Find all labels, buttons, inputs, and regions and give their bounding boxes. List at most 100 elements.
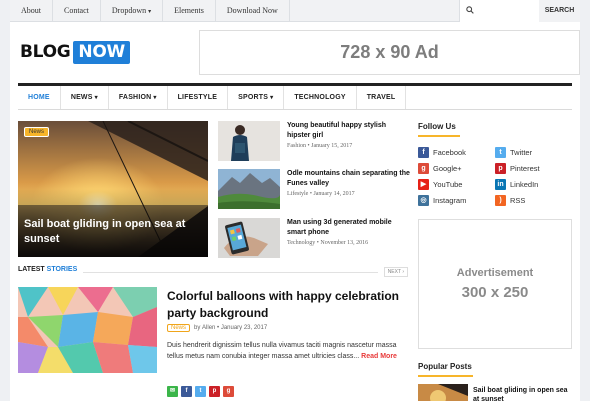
- side-post-category[interactable]: Fashion: [287, 143, 306, 149]
- latest-post-author[interactable]: Allen: [202, 325, 215, 331]
- logo-text-blog: BLOG: [20, 42, 71, 62]
- top-nav-elements-label: Elements: [174, 6, 204, 15]
- facebook-share-icon[interactable]: f: [181, 386, 192, 397]
- side-post-title[interactable]: Young beautiful happy stylish hipster gi…: [287, 121, 411, 141]
- top-nav-about-label: About: [21, 6, 41, 15]
- social-label: Instagram: [433, 195, 467, 205]
- rss-icon: ): [495, 194, 506, 206]
- chevron-right-icon: ›: [402, 269, 404, 275]
- latest-heading-part1: LATEST: [18, 266, 45, 273]
- top-nav-download-label: Download Now: [226, 6, 278, 15]
- twitter-share-icon[interactable]: t: [195, 386, 206, 397]
- social-label: Twitter: [510, 147, 533, 157]
- sidebar-ad-line2: 300 x 250: [461, 284, 529, 301]
- top-nav-contact[interactable]: Contact: [53, 0, 101, 22]
- latest-stories-heading: LATEST STORIES: [18, 266, 84, 273]
- latest-post-meta: News by Allen • January 23, 2017: [167, 324, 267, 332]
- header-ad-label: 728 x 90 Ad: [340, 42, 439, 62]
- main-nav-home-label: HOME: [28, 94, 50, 101]
- side-post-date: January 14, 2017: [313, 191, 355, 197]
- latest-post-title[interactable]: Colorful balloons with happy celebration…: [167, 288, 407, 322]
- facebook-icon: f: [418, 146, 429, 158]
- social-link-rss[interactable]: ) RSS: [495, 194, 525, 206]
- side-post-date: November 13, 2016: [320, 240, 369, 246]
- search-button[interactable]: SEARCH: [539, 0, 580, 22]
- instagram-icon: ◎: [418, 194, 429, 206]
- search-input[interactable]: [478, 2, 538, 20]
- latest-post-thumbnail[interactable]: [18, 287, 157, 373]
- next-page-button[interactable]: NEXT ›: [383, 267, 408, 277]
- top-nav-dropdown[interactable]: Dropdown ▾: [101, 0, 164, 22]
- top-nav-contact-label: Contact: [64, 6, 89, 15]
- popular-posts-heading: Popular Posts: [418, 362, 472, 371]
- youtube-icon: ▶: [418, 178, 429, 190]
- side-post-thumbnail[interactable]: [218, 121, 280, 161]
- search-icon[interactable]: [466, 6, 474, 14]
- main-nav-news-label: NEWS: [70, 94, 93, 101]
- main-nav: HOME NEWS ▾ FASHION ▾ LIFESTYLE SPORTS ▾ TE…: [18, 83, 572, 110]
- main-nav-home[interactable]: HOME: [18, 86, 61, 109]
- search-box: [459, 0, 539, 22]
- sidebar-ad-box[interactable]: Advertisement 300 x 250: [418, 219, 572, 349]
- twitter-icon: t: [495, 146, 506, 158]
- pinterest-share-icon[interactable]: p: [209, 386, 220, 397]
- latest-post-category-badge[interactable]: News: [167, 324, 191, 332]
- side-post[interactable]: Man using 3d generated mobile smart phon…: [218, 218, 408, 258]
- main-nav-technology[interactable]: TECHNOLOGY: [284, 86, 357, 109]
- main-nav-travel-label: TRAVEL: [366, 94, 396, 101]
- share-buttons: ✉ f t p g: [167, 386, 237, 397]
- latest-stories-header: LATEST STORIES NEXT ›: [18, 266, 408, 278]
- featured-post[interactable]: News Sail boat gliding in open sea at su…: [18, 121, 208, 257]
- social-label: Facebook: [433, 147, 466, 157]
- social-link-twitter[interactable]: t Twitter: [495, 146, 532, 158]
- top-nav: About Contact Dropdown ▾ Elements Downloa…: [10, 0, 290, 22]
- social-link-google-plus[interactable]: g Google+: [418, 162, 462, 174]
- side-post[interactable]: Young beautiful happy stylish hipster gi…: [218, 121, 408, 161]
- top-nav-about[interactable]: About: [10, 0, 53, 22]
- side-post-meta: Fashion • January 15, 2017: [287, 143, 353, 149]
- top-bar: About Contact Dropdown ▾ Elements Downloa…: [10, 0, 580, 22]
- main-nav-sports-label: SPORTS: [238, 94, 269, 101]
- social-link-pinterest[interactable]: p Pinterest: [495, 162, 540, 174]
- side-post-category[interactable]: Lifestyle: [287, 191, 308, 197]
- main-nav-sports[interactable]: SPORTS ▾: [228, 86, 285, 109]
- popular-post-title[interactable]: Sail boat gliding in open sea at sunset: [473, 386, 573, 401]
- email-share-icon[interactable]: ✉: [167, 386, 178, 397]
- side-post-thumbnail[interactable]: [218, 169, 280, 209]
- follow-us-heading: Follow Us: [418, 122, 456, 131]
- google-plus-icon: g: [418, 162, 429, 174]
- read-more-link[interactable]: Read More: [361, 353, 397, 360]
- side-post-thumbnail[interactable]: [218, 218, 280, 258]
- side-post[interactable]: Odle mountains chain separating the Fune…: [218, 169, 411, 209]
- side-post-title[interactable]: Man using 3d generated mobile smart phon…: [287, 218, 411, 238]
- side-post-category[interactable]: Technology: [287, 240, 315, 246]
- top-nav-elements[interactable]: Elements: [163, 0, 216, 22]
- social-link-instagram[interactable]: ◎ Instagram: [418, 194, 466, 206]
- main-nav-fashion-label: FASHION: [118, 94, 152, 101]
- chevron-down-icon: ▾: [153, 95, 157, 101]
- header-ad-banner[interactable]: 728 x 90 Ad: [199, 30, 580, 75]
- top-nav-dropdown-label: Dropdown: [111, 6, 147, 15]
- popular-post-thumbnail[interactable]: [418, 384, 468, 401]
- main-nav-lifestyle[interactable]: LIFESTYLE: [168, 86, 229, 109]
- latest-heading-part2: STORIES: [46, 266, 78, 273]
- side-post-title[interactable]: Odle mountains chain separating the Fune…: [287, 169, 411, 189]
- side-post-date: January 15, 2017: [311, 143, 353, 149]
- social-label: YouTube: [433, 179, 463, 189]
- main-nav-fashion[interactable]: FASHION ▾: [109, 86, 168, 109]
- main-nav-travel[interactable]: TRAVEL: [357, 86, 407, 109]
- featured-title[interactable]: Sail boat gliding in open sea at sunset: [24, 217, 202, 247]
- top-nav-download[interactable]: Download Now: [216, 0, 290, 22]
- social-label: RSS: [510, 195, 526, 205]
- social-link-facebook[interactable]: f Facebook: [418, 146, 466, 158]
- google-plus-share-icon[interactable]: g: [223, 386, 234, 397]
- author-prefix: by: [194, 325, 201, 331]
- social-link-youtube[interactable]: ▶ YouTube: [418, 178, 462, 190]
- social-label: LinkedIn: [510, 179, 539, 189]
- main-nav-news[interactable]: NEWS ▾: [61, 86, 109, 109]
- site-logo[interactable]: BLOG NOW: [20, 40, 130, 64]
- main-nav-lifestyle-label: LIFESTYLE: [177, 94, 218, 101]
- chevron-down-icon: ▾: [270, 95, 274, 101]
- social-link-linkedin[interactable]: in LinkedIn: [495, 178, 538, 190]
- featured-category-badge[interactable]: News: [24, 127, 50, 137]
